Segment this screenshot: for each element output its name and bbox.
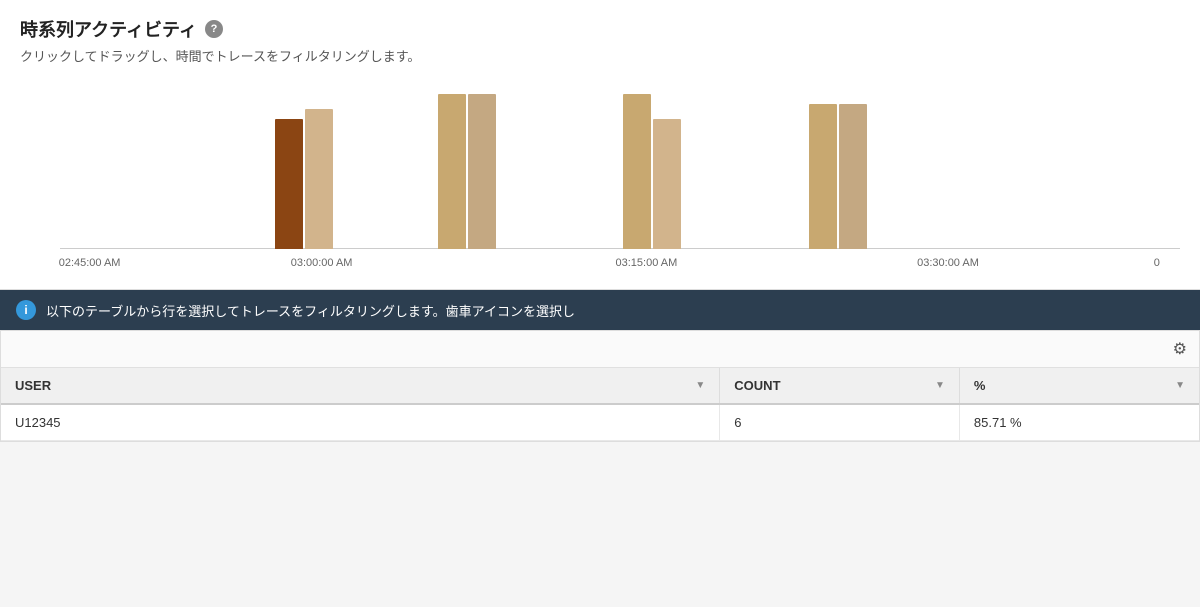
timeseries-header: 時系列アクティビティ ?: [20, 16, 1180, 42]
th-count[interactable]: COUNT ▼: [720, 368, 960, 404]
page-container: 時系列アクティビティ ? クリックしてドラッグし、時間でトレースをフィルタリング…: [0, 0, 1200, 607]
data-table: USER ▼ COUNT ▼ % ▼: [1, 368, 1199, 441]
bar-1a: [275, 119, 303, 249]
x-label-1: 03:00:00 AM: [291, 257, 353, 269]
th-count-label: COUNT: [734, 378, 780, 393]
bar-group-2: [438, 94, 496, 249]
th-user[interactable]: USER ▼: [1, 368, 720, 404]
timeseries-info-icon[interactable]: ?: [205, 20, 223, 38]
timeseries-section: 時系列アクティビティ ? クリックしてドラッグし、時間でトレースをフィルタリング…: [0, 0, 1200, 290]
chart-area[interactable]: 02:45:00 AM 03:00:00 AM 03:15:00 AM 03:3…: [20, 77, 1180, 277]
chart-bars-container: [20, 77, 1180, 249]
info-banner-text: 以下のテーブルから行を選択してトレースをフィルタリングします。歯車アイコンを選択…: [46, 301, 575, 320]
info-banner: i 以下のテーブルから行を選択してトレースをフィルタリングします。歯車アイコンを…: [0, 290, 1200, 330]
sort-icon-count[interactable]: ▼: [935, 380, 945, 391]
x-label-2: 03:15:00 AM: [616, 257, 678, 269]
x-label-3: 03:30:00 AM: [917, 257, 979, 269]
th-pct-label: %: [974, 378, 986, 393]
x-axis: 02:45:00 AM 03:00:00 AM 03:15:00 AM 03:3…: [20, 249, 1180, 277]
info-banner-icon: i: [16, 300, 36, 320]
bar-4a: [809, 104, 837, 249]
table-section: ⚙ USER ▼ COUNT ▼: [0, 330, 1200, 442]
gear-icon[interactable]: ⚙: [1173, 339, 1187, 359]
sort-icon-user[interactable]: ▼: [695, 380, 705, 391]
bar-1b: [305, 109, 333, 249]
bar-2a: [438, 94, 466, 249]
bar-3b: [653, 119, 681, 249]
sort-icon-pct[interactable]: ▼: [1175, 380, 1185, 391]
bar-3a: [623, 94, 651, 249]
cell-user: U12345: [1, 404, 720, 441]
th-pct[interactable]: % ▼: [959, 368, 1199, 404]
bar-4b: [839, 104, 867, 249]
x-label-4: 0: [1154, 257, 1160, 269]
bar-2b: [468, 94, 496, 249]
cell-pct: 85.71 %: [959, 404, 1199, 441]
x-label-0: 02:45:00 AM: [59, 257, 121, 269]
table-row[interactable]: U12345 6 85.71 %: [1, 404, 1199, 441]
th-user-label: USER: [15, 378, 51, 393]
timeseries-title: 時系列アクティビティ: [20, 16, 197, 42]
bar-group-3: [623, 94, 681, 249]
cell-count: 6: [720, 404, 960, 441]
timeseries-subtitle: クリックしてドラッグし、時間でトレースをフィルタリングします。: [20, 46, 1180, 65]
bar-group-1: [275, 109, 333, 249]
table-header-row: USER ▼ COUNT ▼ % ▼: [1, 368, 1199, 404]
table-toolbar: ⚙: [1, 331, 1199, 368]
bar-group-4: [809, 104, 867, 249]
